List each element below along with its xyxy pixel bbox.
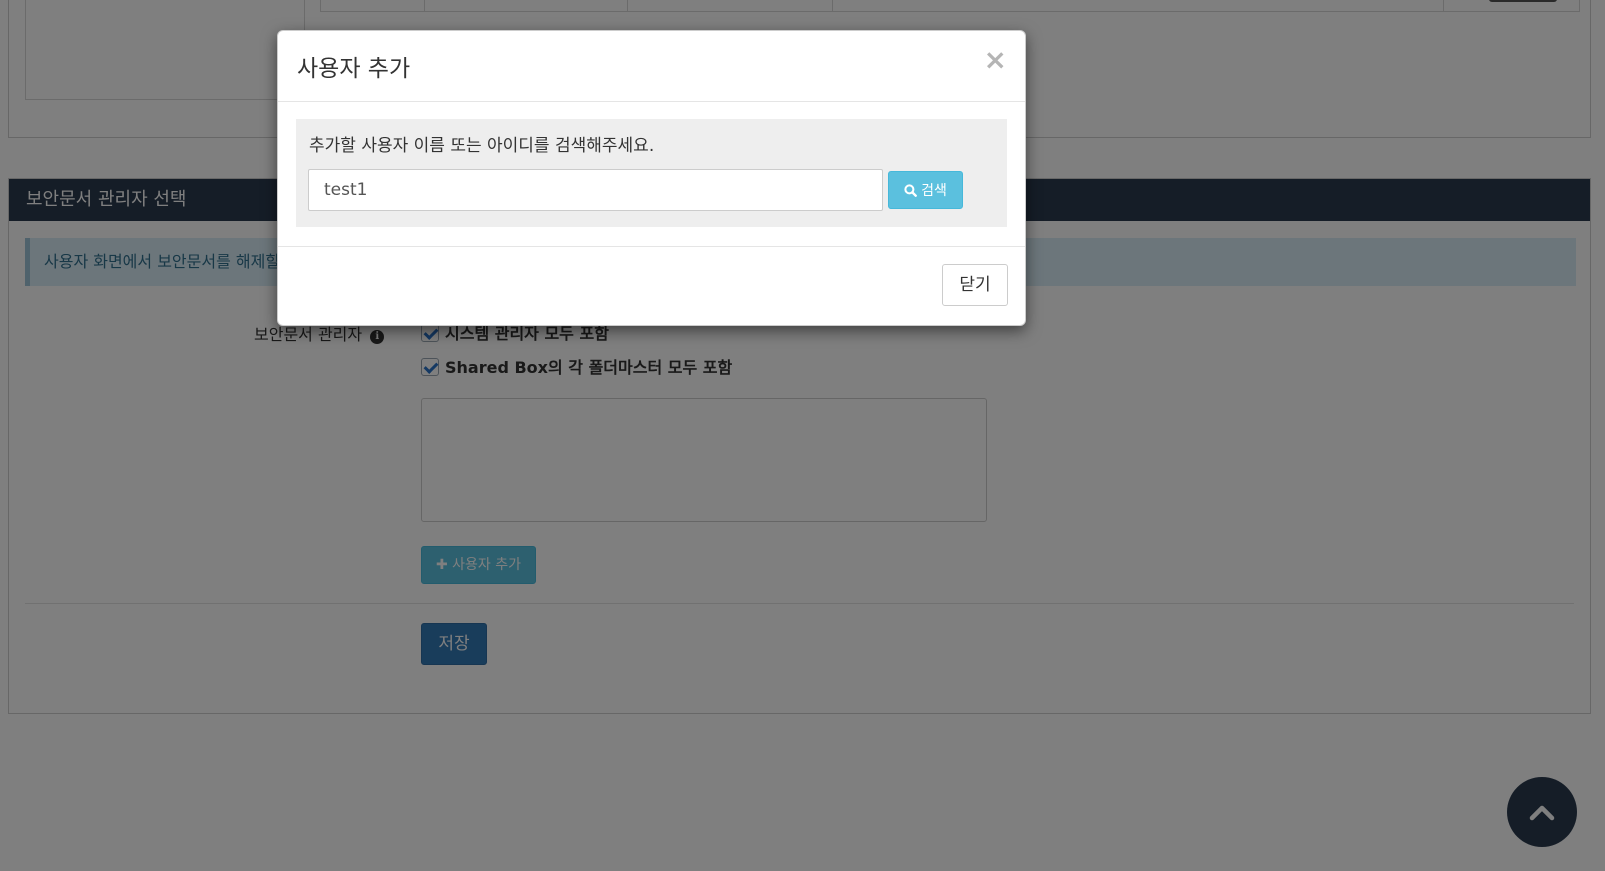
modal-header: 사용자 추가 ×: [278, 31, 1025, 102]
search-icon: [904, 183, 918, 197]
search-area: 추가할 사용자 이름 또는 아이디를 검색해주세요. 검색: [296, 119, 1007, 227]
search-button[interactable]: 검색: [888, 171, 963, 209]
modal-title: 사용자 추가: [297, 56, 411, 82]
search-input[interactable]: [308, 169, 883, 211]
add-user-modal: 사용자 추가 × 추가할 사용자 이름 또는 아이디를 검색해주세요. 검색 닫…: [277, 30, 1026, 326]
modal-footer: 닫기: [278, 246, 1025, 325]
close-icon[interactable]: ×: [984, 44, 1007, 76]
search-prompt: 추가할 사용자 이름 또는 아이디를 검색해주세요.: [309, 136, 655, 156]
search-button-label: 검색: [921, 183, 947, 199]
close-button[interactable]: 닫기: [942, 264, 1008, 306]
